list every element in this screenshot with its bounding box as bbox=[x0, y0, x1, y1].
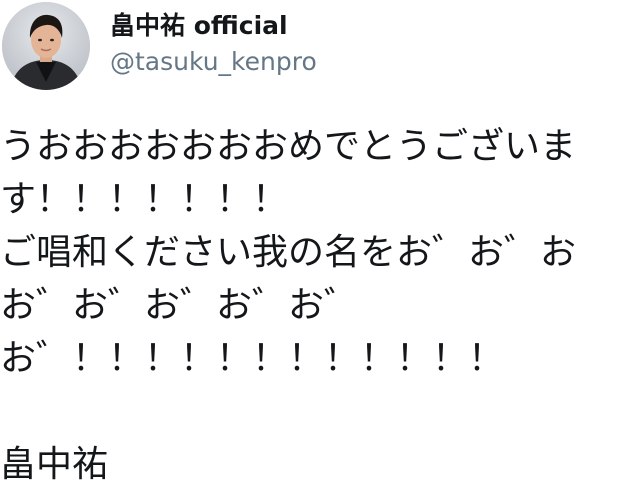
tweet-line: うおおおおおおおめでとうございま bbox=[0, 126, 577, 167]
profile-photo-icon bbox=[2, 2, 90, 90]
tweet-text: うおおおおおおおめでとうございま す！！！！！！！ ご唱和ください我の名をお゛お… bbox=[0, 120, 633, 491]
tweet-header: 畠中祐 official @tasuku_kenpro bbox=[0, 0, 633, 100]
user-handle[interactable]: @tasuku_kenpro bbox=[110, 46, 317, 78]
tweet-line: す！！！！！！！ bbox=[0, 179, 289, 220]
tweet-line: お゛！！！！！！！！！！！！ bbox=[0, 338, 505, 379]
tweet-line: お゛お゛お゛お゛お゛ bbox=[0, 285, 361, 326]
tweet-line: ご唱和ください我の名をお゛お゛お bbox=[0, 232, 577, 273]
avatar[interactable] bbox=[2, 2, 90, 90]
display-name[interactable]: 畠中祐 official bbox=[110, 10, 288, 42]
tweet-signature: 畠中祐 bbox=[0, 444, 109, 485]
